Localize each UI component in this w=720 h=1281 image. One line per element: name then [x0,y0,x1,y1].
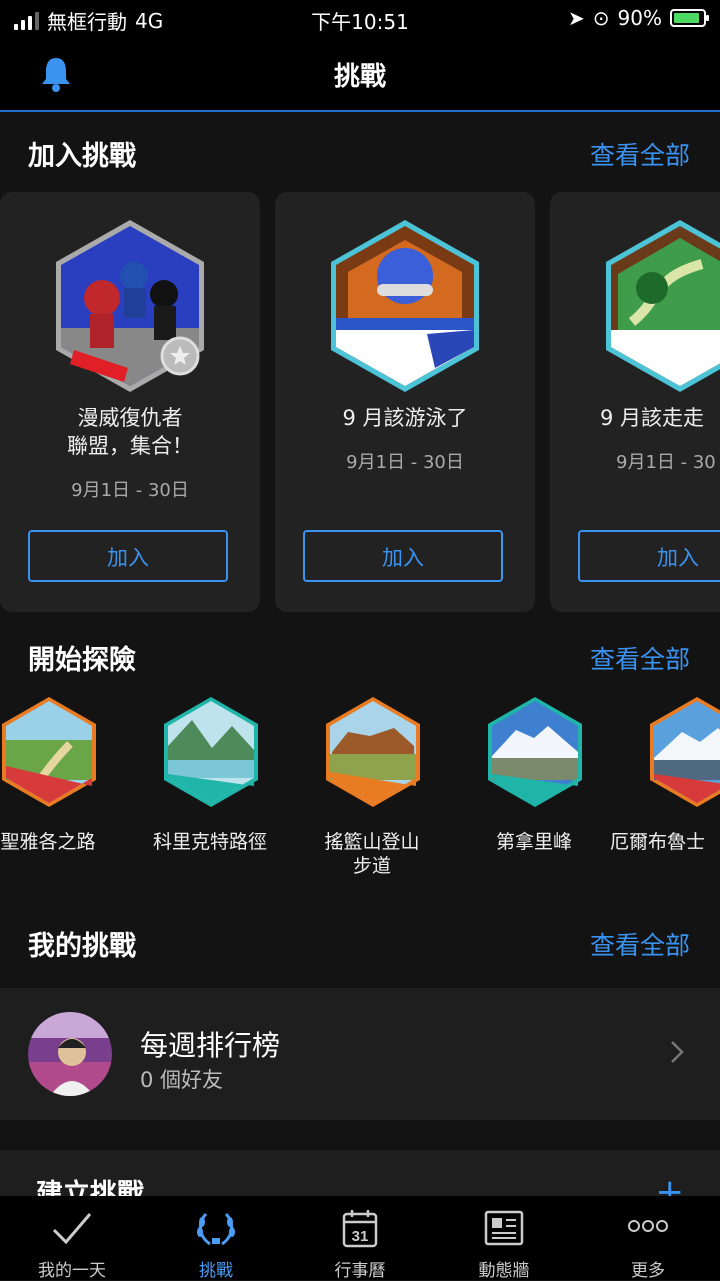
tab-my-day[interactable]: 我的一天 [0,1196,144,1281]
calendar-day: 31 [352,1228,369,1245]
tab-challenges[interactable]: 挑戰 [144,1196,288,1281]
calendar-icon: 31 [342,1210,378,1248]
tab-label: 行事曆 [334,1261,386,1281]
explore-see-all-link[interactable]: 查看全部 [590,640,690,676]
cradle-mountain-badge-icon [326,697,420,807]
page-title: 挑戰 [333,62,386,92]
camino-badge-icon [2,697,96,807]
explore-section-title: 開始探險 [28,645,136,676]
leaderboard-title: 每週排行榜 [140,1029,281,1062]
challenge-name: 9 月該走走 [600,406,705,430]
check-icon [52,1213,92,1245]
clock: 下午10:51 [311,10,409,34]
newsfeed-icon [484,1210,524,1246]
expedition-name: 搖籃山登山 步道 [324,831,420,876]
tab-more[interactable]: 更多 [576,1196,720,1281]
location-icon: ➤ [568,6,585,30]
tab-label: 動態牆 [478,1261,530,1281]
leaderboard-row[interactable]: 每週排行榜 0 個好友 [0,988,720,1120]
elbrus-badge-icon [650,697,720,807]
tab-label: 我的一天 [38,1261,106,1281]
tab-label: 挑戰 [199,1261,233,1281]
tab-calendar[interactable]: 31 行事曆 [288,1196,432,1281]
swim-badge-icon [331,220,479,392]
tab-newsfeed[interactable]: 動態牆 [432,1196,576,1281]
join-button[interactable]: 加入 [28,530,228,582]
join-section-title: 加入挑戰 [28,141,136,172]
expedition-name: 厄爾布魯士 [610,831,706,853]
challenge-carousel[interactable]: 漫威復仇者 聯盟，集合！ 9月1日 - 30日 加入 9 月該游泳了 9月1日 … [0,192,720,614]
tab-label: 更多 [631,1261,665,1281]
avatar [28,1012,112,1096]
join-button[interactable]: 加入 [578,530,720,582]
join-see-all-link[interactable]: 查看全部 [590,136,690,172]
expedition-name: 科里克特路徑 [152,831,267,853]
expedition-name: 第拿里峰 [495,831,572,853]
mine-section-title: 我的挑戰 [28,931,136,962]
challenge-card-walk[interactable]: 9 月該走走 9月1日 - 30 加入 [550,192,720,612]
join-button[interactable]: 加入 [303,530,503,582]
more-icon [628,1220,668,1232]
battery-icon [670,9,709,27]
marvel-badge-icon [56,220,204,392]
mine-see-all-link[interactable]: 查看全部 [590,926,690,962]
walk-badge-icon [606,220,720,392]
expedition-name: 聖雅各之路 [0,831,96,853]
challenge-card-marvel[interactable]: 漫威復仇者 聯盟，集合！ 9月1日 - 30日 加入 [0,192,260,612]
battery-percent: 90% [617,6,662,30]
coricket-badge-icon [164,697,258,807]
challenge-date: 9月1日 - 30日 [346,452,464,473]
tab-bar: 我的一天 挑戰 31 行事曆 動態牆 更多 [0,1196,720,1281]
challenge-name: 9 月該游泳了 [342,406,468,430]
rotation-lock-icon: ⊙ [592,6,610,30]
challenge-card-swim[interactable]: 9 月該游泳了 9月1日 - 30日 加入 [275,192,535,612]
expedition-carousel[interactable]: 聖雅各之路 科里克特路徑 搖籃山登山 步道 第拿里峰 厄爾布魯士 [0,696,720,876]
nav-bar: 挑戰 [0,40,720,112]
challenge-date: 9月1日 - 30 [616,452,716,473]
leaderboard-friend-count: 0 個好友 [140,1068,224,1092]
denali-badge-icon [488,697,582,807]
laurel-icon [197,1212,235,1246]
challenge-name: 漫威復仇者 聯盟，集合！ [67,406,193,458]
challenge-date: 9月1日 - 30日 [71,480,189,501]
status-bar: 無框行動 4G 下午10:51 ➤ ⊙ 90% [0,0,720,40]
chevron-right-icon [671,1041,684,1063]
